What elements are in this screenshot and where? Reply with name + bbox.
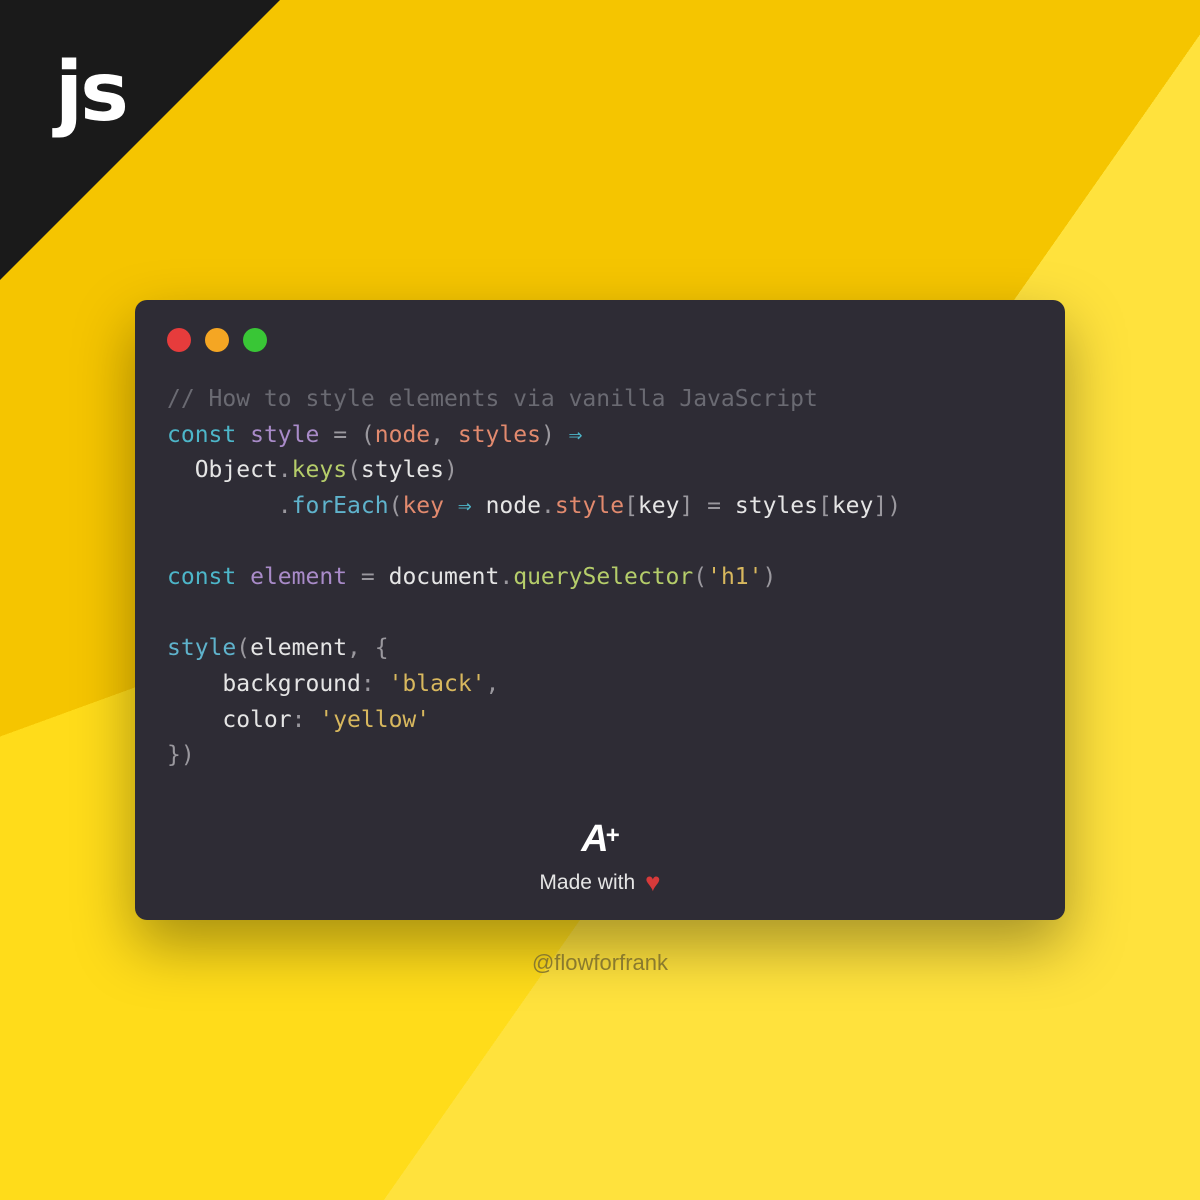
code-token: : [292, 707, 320, 733]
logo: A+ [539, 818, 660, 861]
corner-triangle [0, 0, 280, 280]
code-token: ( [347, 457, 361, 483]
code-comment: // How to style elements via vanilla Jav… [167, 386, 818, 412]
code-token: . [278, 493, 292, 519]
code-token: ] [679, 493, 693, 519]
footer-badge: A+ Made with ♥ [539, 818, 660, 898]
code-token: ) [763, 564, 777, 590]
attribution-handle: @flowforfrank [532, 950, 668, 976]
made-with-text: Made with [539, 871, 635, 895]
code-token: const [167, 422, 236, 448]
code-token: background [222, 671, 360, 697]
code-token: . [499, 564, 513, 590]
code-token: style [167, 635, 236, 661]
code-token: ) [444, 457, 458, 483]
code-token: ( [389, 493, 403, 519]
code-token: , [430, 422, 458, 448]
code-token: 'yellow' [319, 707, 430, 733]
code-token: : [361, 671, 389, 697]
window-maximize-button[interactable] [243, 328, 267, 352]
code-token [444, 493, 458, 519]
code-token: = [693, 493, 735, 519]
code-token: 'black' [389, 671, 486, 697]
code-token: , { [347, 635, 389, 661]
window-minimize-button[interactable] [205, 328, 229, 352]
code-token: . [541, 493, 555, 519]
code-token: key [832, 493, 874, 519]
code-token: element [250, 635, 347, 661]
code-token: element [250, 564, 347, 590]
code-token: ( [236, 635, 250, 661]
code-token: node [486, 493, 541, 519]
code-token: keys [292, 457, 347, 483]
code-token: document [389, 564, 500, 590]
code-token: querySelector [513, 564, 693, 590]
code-token: style [555, 493, 624, 519]
code-token: ( [693, 564, 707, 590]
window-close-button[interactable] [167, 328, 191, 352]
made-with-label: Made with ♥ [539, 867, 660, 898]
code-token [167, 707, 222, 733]
code-token: ]) [873, 493, 901, 519]
js-logo-label: js [55, 45, 126, 140]
code-token: Object [195, 457, 278, 483]
code-token [472, 493, 486, 519]
code-token: styles [735, 493, 818, 519]
code-token: = ( [319, 422, 374, 448]
code-window: // How to style elements via vanilla Jav… [135, 300, 1065, 920]
code-token: key [638, 493, 680, 519]
code-token: [ [624, 493, 638, 519]
window-controls [167, 328, 1033, 352]
logo-plus: + [606, 822, 619, 850]
code-token: color [222, 707, 291, 733]
code-token: . [278, 457, 292, 483]
heart-icon: ♥ [645, 867, 660, 898]
code-token: const [167, 564, 236, 590]
code-token: styles [361, 457, 444, 483]
code-token: , [486, 671, 500, 697]
code-token [167, 671, 222, 697]
code-token: ) [541, 422, 569, 448]
code-token: [ [818, 493, 832, 519]
code-token: }) [167, 742, 195, 768]
code-block: // How to style elements via vanilla Jav… [167, 382, 1033, 774]
code-token: = [347, 564, 389, 590]
code-token: key [402, 493, 444, 519]
code-token: style [250, 422, 319, 448]
code-token: node [375, 422, 430, 448]
code-token: ⇒ [458, 493, 472, 519]
code-token: ⇒ [569, 422, 583, 448]
code-token [167, 493, 278, 519]
code-token: forEach [292, 493, 389, 519]
code-token [167, 457, 195, 483]
logo-a: A [581, 818, 607, 861]
code-token: styles [458, 422, 541, 448]
code-token: 'h1' [707, 564, 762, 590]
